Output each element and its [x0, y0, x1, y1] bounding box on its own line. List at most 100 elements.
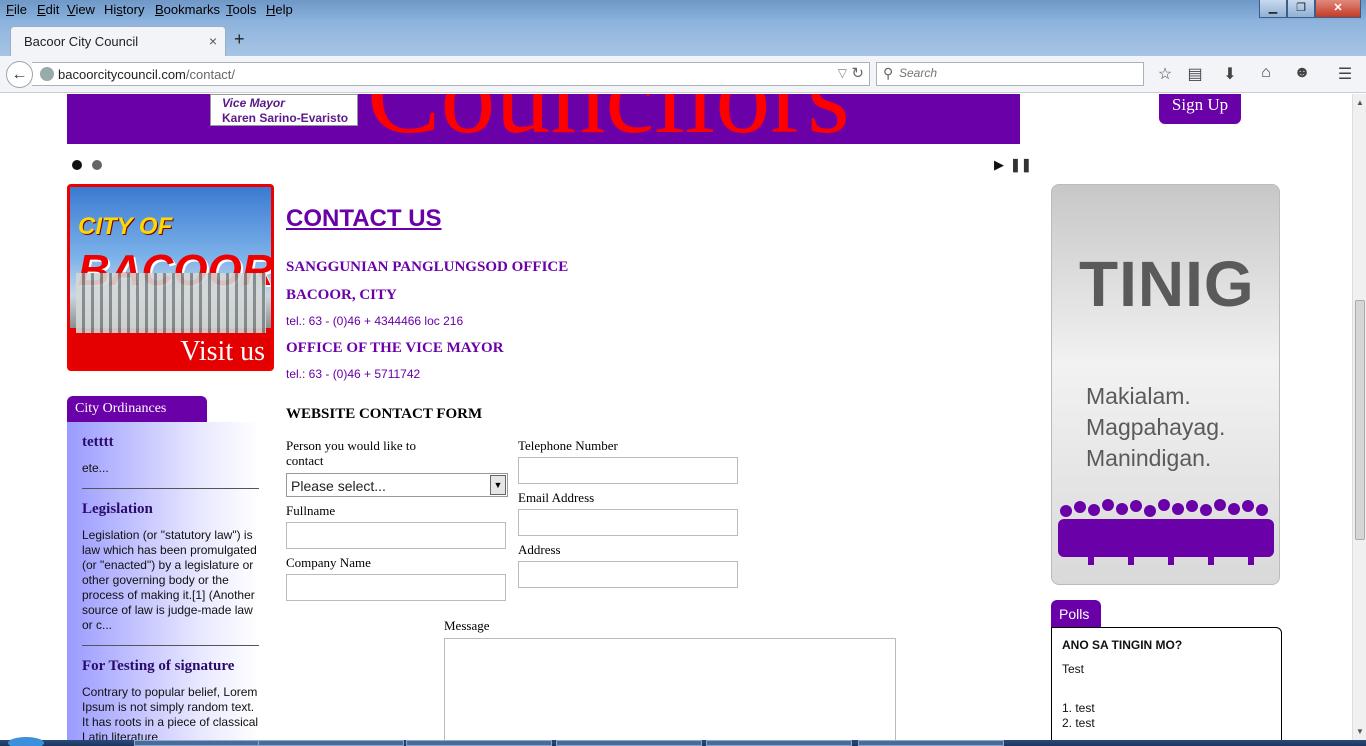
vice-mayor-caption: Vice Mayor Karen Sarino-Evaristo	[210, 94, 358, 126]
scroll-down-icon[interactable]: ▼	[1356, 727, 1364, 736]
bookmark-star-icon[interactable]: ☆	[1154, 64, 1176, 84]
address-label: Address	[518, 542, 561, 557]
city-hall-building	[76, 273, 266, 333]
city-ordinances-tab[interactable]: City Ordinances	[67, 396, 207, 422]
tab-bacoor-city-council[interactable]: Bacoor City Council ×	[10, 26, 226, 56]
vice-mayor-name: Karen Sarino-Evaristo	[222, 111, 349, 125]
close-window-button[interactable]: ✕	[1315, 0, 1361, 18]
tinig-line: Magpahayag.	[1086, 414, 1226, 440]
browser-window: File Edit View History Bookmarks Tools H…	[0, 0, 1366, 746]
contact-form-title: WEBSITE CONTACT FORM	[286, 406, 483, 422]
divider	[82, 488, 259, 489]
message-textarea[interactable]	[444, 638, 896, 740]
poll-option[interactable]: 2. test	[1062, 716, 1271, 731]
menu-bar: File Edit View History Bookmarks Tools H…	[0, 0, 1366, 20]
scroll-up-icon[interactable]: ▲	[1356, 98, 1364, 107]
visit-us-label: Visit us	[180, 336, 265, 367]
office-city: BACOOR, CITY	[286, 287, 397, 303]
url-dropdown-icon[interactable]: ▽	[838, 66, 847, 80]
slider-dot-2[interactable]	[92, 160, 102, 170]
poll-text: Test	[1062, 662, 1085, 676]
ordinance-title[interactable]: tetttt	[82, 434, 259, 451]
telephone-field[interactable]	[518, 457, 738, 484]
ordinance-title[interactable]: Legislation	[82, 501, 259, 518]
taskbar	[0, 737, 1366, 746]
page-scrollbar[interactable]: ▲ ▼	[1352, 94, 1366, 740]
address-field[interactable]	[518, 561, 738, 588]
vice-mayor-office-heading: OFFICE OF THE VICE MAYOR	[286, 340, 504, 356]
sign-up-button[interactable]: Sign Up	[1159, 94, 1241, 124]
slider-dot-1[interactable]	[72, 160, 82, 170]
email-label: Email Address	[518, 490, 595, 505]
chevron-down-icon[interactable]: ▼	[490, 475, 506, 495]
reading-list-icon[interactable]: ▤	[1184, 64, 1206, 84]
fullname-field[interactable]	[286, 522, 506, 549]
city-ordinances-list: tetttt ete... Legislation Legislation (o…	[67, 422, 259, 740]
tab-strip: Bacoor City Council × +	[0, 20, 1366, 56]
tinig-title: TINIG	[1079, 248, 1255, 320]
taskbar-item[interactable]	[258, 740, 404, 746]
polls-tab[interactable]: Polls	[1051, 600, 1101, 628]
tinig-banner[interactable]: TINIG Makialam. Magpahayag. Manindigan.	[1051, 184, 1280, 585]
menu-view[interactable]: View	[67, 2, 95, 17]
new-tab-button[interactable]: +	[234, 29, 245, 50]
company-field[interactable]	[286, 574, 506, 601]
maximize-button[interactable]: ❐	[1287, 0, 1315, 18]
poll-option[interactable]: 1. test	[1062, 701, 1271, 716]
telephone-label: Telephone Number	[518, 438, 618, 453]
person-select-value: Please select...	[291, 478, 386, 494]
menu-help[interactable]: Help	[266, 2, 293, 17]
chat-icon[interactable]: ☻	[1291, 64, 1313, 82]
divider	[82, 645, 259, 646]
councilors-banner[interactable]: Councilors Vice Mayor Karen Sarino-Evari…	[67, 94, 1020, 144]
url-text: bacoorcitycouncil.com/contact/	[58, 67, 236, 82]
crowd-silhouette	[1058, 499, 1274, 565]
visit-us-image[interactable]: CITY OF BACOOR Visit us	[67, 184, 274, 371]
menu-tools[interactable]: Tools	[226, 2, 256, 17]
search-bar[interactable]: ⚲	[876, 62, 1144, 86]
ordinance-text: ete...	[82, 461, 109, 475]
web-page: Councilors Vice Mayor Karen Sarino-Evari…	[0, 94, 1352, 740]
fullname-label: Fullname	[286, 503, 336, 518]
scrollbar-thumb[interactable]	[1355, 300, 1365, 540]
download-icon[interactable]: ⬇	[1219, 64, 1241, 84]
menu-bookmarks[interactable]: Bookmarks	[155, 2, 220, 17]
tab-title: Bacoor City Council	[24, 34, 139, 49]
office-heading: SANGGUNIAN PANGLUNGSOD OFFICE	[286, 259, 569, 275]
taskbar-item[interactable]	[858, 740, 1004, 746]
taskbar-item[interactable]	[706, 740, 852, 746]
globe-icon	[40, 67, 54, 81]
minimize-button[interactable]: ▁	[1259, 0, 1287, 18]
search-icon: ⚲	[883, 65, 894, 81]
home-icon[interactable]: ⌂	[1255, 64, 1277, 82]
menu-history[interactable]: History	[104, 2, 144, 17]
ordinance-title[interactable]: For Testing of signature	[82, 658, 259, 675]
office-telephone: tel.: 63 - (0)46 + 4344466 loc 216	[286, 314, 464, 328]
ordinance-text: Contrary to popular belief, Lorem Ipsum …	[82, 685, 259, 740]
tinig-line: Makialam.	[1086, 383, 1191, 409]
page-title: CONTACT US	[286, 205, 442, 232]
url-bar[interactable]: bacoorcitycouncil.com/contact/ ▽ ↻	[32, 62, 870, 86]
poll-question: ANO SA TINGIN MO?	[1062, 638, 1183, 652]
person-select[interactable]: Please select... ▼	[286, 473, 508, 497]
menu-file[interactable]: File	[6, 2, 27, 17]
pause-icon[interactable]: ❚❚	[1010, 157, 1032, 173]
vice-mayor-title: Vice Mayor	[222, 96, 285, 110]
ordinance-text: Legislation (or "statutory law") is law …	[82, 528, 257, 632]
vice-mayor-telephone: tel.: 63 - (0)46 + 5711742	[286, 367, 421, 381]
navigation-bar: bacoorcitycouncil.com/contact/ ▽ ↻ ← ⚲ ☆…	[0, 56, 1366, 93]
menu-edit[interactable]: Edit	[37, 2, 59, 17]
hamburger-menu-icon[interactable]: ☰	[1334, 64, 1356, 84]
company-label: Company Name	[286, 555, 371, 570]
taskbar-item[interactable]	[406, 740, 552, 746]
email-field[interactable]	[518, 509, 738, 536]
start-button[interactable]	[8, 737, 44, 746]
tinig-line: Manindigan.	[1086, 445, 1212, 471]
search-input[interactable]	[899, 66, 1139, 80]
close-tab-icon[interactable]: ×	[209, 33, 217, 49]
person-label: Person you would like to contact	[286, 438, 416, 468]
reload-icon[interactable]: ↻	[851, 64, 864, 82]
taskbar-item[interactable]	[556, 740, 702, 746]
back-button[interactable]: ←	[6, 61, 33, 88]
play-icon[interactable]: ▶	[994, 157, 1004, 173]
